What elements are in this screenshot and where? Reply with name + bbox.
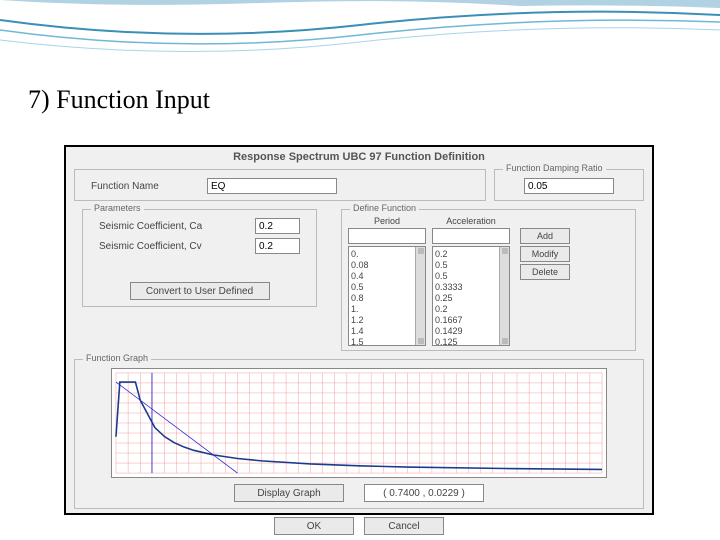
scrollbar-icon[interactable]: [415, 247, 425, 345]
add-button[interactable]: Add: [520, 228, 570, 244]
define-function-group: Define Function Period Acceleration 0.0.…: [341, 209, 636, 351]
graph-area: [111, 368, 607, 478]
delete-button[interactable]: Delete: [520, 264, 570, 280]
accel-header: Acceleration: [432, 216, 510, 226]
damping-label: Function Damping Ratio: [503, 163, 606, 173]
ca-label: Seismic Coefficient, Ca: [99, 221, 249, 232]
function-name-input[interactable]: [207, 178, 337, 194]
function-name-label: Function Name: [91, 181, 201, 192]
damping-group: Function Damping Ratio: [494, 169, 644, 201]
slide-title: 7) Function Input: [28, 85, 210, 115]
modify-button[interactable]: Modify: [520, 246, 570, 262]
graph-readout: ( 0.7400 , 0.0229 ): [364, 484, 484, 502]
period-listbox[interactable]: 0.0.080.40.50.81.1.21.41.5: [348, 246, 426, 346]
scrollbar-icon[interactable]: [499, 247, 509, 345]
dialog-response-spectrum: Response Spectrum UBC 97 Function Defini…: [64, 145, 654, 515]
parameters-title: Parameters: [91, 203, 144, 213]
period-input[interactable]: [348, 228, 426, 244]
define-title: Define Function: [350, 203, 419, 213]
display-graph-button[interactable]: Display Graph: [234, 484, 344, 502]
function-name-group: Function Name: [74, 169, 486, 201]
convert-button[interactable]: Convert to User Defined: [130, 282, 270, 300]
cv-label: Seismic Coefficient, Cv: [99, 241, 249, 252]
accel-listbox[interactable]: 0.20.50.50.33330.250.20.16670.14290.125: [432, 246, 510, 346]
ca-input[interactable]: [255, 218, 300, 234]
damping-input[interactable]: [524, 178, 614, 194]
header-decoration: [0, 0, 720, 80]
accel-input[interactable]: [432, 228, 510, 244]
cancel-button[interactable]: Cancel: [364, 517, 444, 535]
parameters-group: Parameters Seismic Coefficient, Ca Seism…: [82, 209, 317, 307]
period-header: Period: [348, 216, 426, 226]
function-graph-group: Function Graph Display Graph ( 0.7400 , …: [74, 359, 644, 509]
ok-button[interactable]: OK: [274, 517, 354, 535]
graph-title: Function Graph: [83, 353, 151, 363]
cv-input[interactable]: [255, 238, 300, 254]
